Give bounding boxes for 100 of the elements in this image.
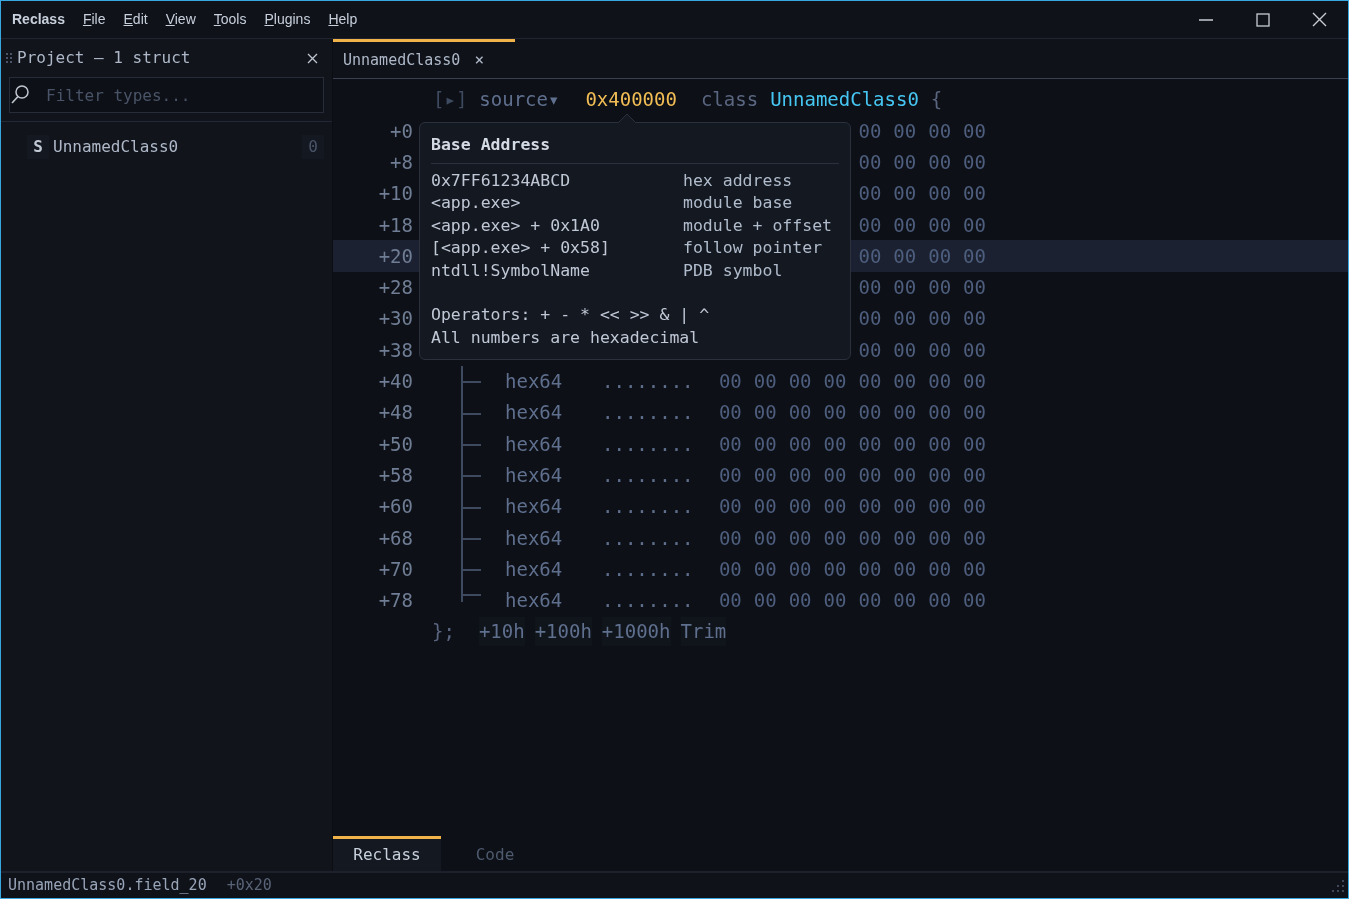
hex-byte: 00 xyxy=(753,588,777,614)
hex-byte: 00 xyxy=(928,525,952,551)
hex-byte: 00 xyxy=(893,306,917,332)
hex-byte: 00 xyxy=(788,525,812,551)
hex-byte: 00 xyxy=(823,494,847,520)
hex-byte: 00 xyxy=(928,400,952,426)
hex-byte: 00 xyxy=(893,400,917,426)
hex-byte: 00 xyxy=(928,181,952,207)
hex-byte: 00 xyxy=(823,431,847,457)
ascii-preview: ........ xyxy=(602,369,695,395)
hex-byte: 00 xyxy=(788,556,812,582)
field-type: hex64 xyxy=(505,462,564,488)
hex-byte: 00 xyxy=(788,369,812,395)
hex-byte: 00 xyxy=(823,588,847,614)
syntax-meaning: module + offset xyxy=(683,214,832,237)
hex-byte: 00 xyxy=(893,212,917,238)
item-count: 0 xyxy=(302,135,324,159)
syntax-example: <app.exe> + 0x1A0 xyxy=(431,214,601,237)
hex-byte: 00 xyxy=(963,212,986,238)
hex-byte: 00 xyxy=(718,588,742,614)
hex-byte: 00 xyxy=(963,243,986,269)
hex-byte: 00 xyxy=(718,556,742,582)
hex-byte: 00 xyxy=(963,588,986,614)
hex-byte: 00 xyxy=(718,462,742,488)
hex-byte: 00 xyxy=(963,181,986,207)
tooltip-note: Operators: + - * << >> & | ^ xyxy=(431,304,711,327)
ascii-preview: ........ xyxy=(602,525,695,551)
hex-byte: 00 xyxy=(753,494,777,520)
row-offset: +78 xyxy=(377,588,413,614)
row-offset: +68 xyxy=(377,525,413,551)
hex-byte: 00 xyxy=(963,494,986,520)
hex-byte: 00 xyxy=(718,369,742,395)
hex-byte: 00 xyxy=(753,525,777,551)
status-offset: +0x20 xyxy=(226,875,272,897)
hex-byte: 00 xyxy=(718,400,742,426)
syntax-meaning: hex address xyxy=(683,169,793,192)
hex-byte: 00 xyxy=(823,462,847,488)
hex-byte: 00 xyxy=(823,400,847,426)
brace: { xyxy=(930,87,943,113)
hex-byte: 00 xyxy=(858,494,882,520)
ascii-preview: ........ xyxy=(602,494,695,520)
hex-byte: 00 xyxy=(753,431,777,457)
hex-byte: 00 xyxy=(718,494,742,520)
syntax-example: ntdll!SymbolName xyxy=(431,259,591,282)
hex-byte: 00 xyxy=(788,462,812,488)
app-name: Reclass xyxy=(12,10,65,29)
hex-byte: 00 xyxy=(928,337,952,363)
hex-byte: 00 xyxy=(928,494,952,520)
syntax-meaning: follow pointer xyxy=(683,237,823,260)
hex-byte: 00 xyxy=(893,588,917,614)
row-offset: +0 xyxy=(389,118,413,144)
hex-byte: 00 xyxy=(858,588,882,614)
class-keyword: class xyxy=(700,87,759,113)
ascii-preview: ........ xyxy=(602,400,695,426)
hex-byte: 00 xyxy=(928,556,952,582)
hex-byte: 00 xyxy=(858,462,882,488)
hex-byte: 00 xyxy=(928,369,952,395)
hex-byte: 00 xyxy=(893,462,917,488)
hex-byte: 00 xyxy=(963,462,986,488)
hex-byte: 00 xyxy=(963,337,986,363)
field-type: hex64 xyxy=(505,494,564,520)
hex-byte: 00 xyxy=(893,181,917,207)
closing-brace: }; xyxy=(432,619,455,645)
status-path: UnnamedClass0.field_20 xyxy=(8,875,207,897)
hex-byte: 00 xyxy=(893,275,917,301)
panel-title: Project — 1 struct xyxy=(17,47,191,69)
row-offset: +20 xyxy=(377,243,413,269)
row-offset: +18 xyxy=(377,212,413,238)
hex-byte: 00 xyxy=(858,243,882,269)
hex-byte: 00 xyxy=(858,150,882,175)
hex-byte: 00 xyxy=(963,369,986,395)
row-offset: +70 xyxy=(377,556,413,582)
field-type: hex64 xyxy=(505,431,564,457)
row-offset: +50 xyxy=(377,431,413,457)
hex-byte: 00 xyxy=(928,588,952,614)
hex-byte: 00 xyxy=(858,275,882,301)
hex-byte: 00 xyxy=(963,556,986,582)
field-type: hex64 xyxy=(505,400,564,426)
hex-byte: 00 xyxy=(718,525,742,551)
field-type: hex64 xyxy=(505,556,564,582)
hex-byte: 00 xyxy=(753,400,777,426)
hex-byte: 00 xyxy=(963,400,986,426)
row-offset: +40 xyxy=(377,369,413,395)
hex-byte: 00 xyxy=(928,462,952,488)
hex-byte: 00 xyxy=(963,525,986,551)
hex-byte: 00 xyxy=(858,556,882,582)
row-offset: +60 xyxy=(377,494,413,520)
row-offset: +38 xyxy=(377,337,413,363)
hex-byte: 00 xyxy=(893,525,917,551)
field-type: hex64 xyxy=(505,369,564,395)
hex-byte: 00 xyxy=(893,494,917,520)
field-type: hex64 xyxy=(505,588,564,614)
hex-byte: 00 xyxy=(788,494,812,520)
hex-byte: 00 xyxy=(858,369,882,395)
hex-byte: 00 xyxy=(823,525,847,551)
row-offset: +8 xyxy=(389,150,413,175)
hex-byte: 00 xyxy=(788,431,812,457)
item-name: UnnamedClass0 xyxy=(53,136,179,158)
row-offset: +30 xyxy=(377,306,413,332)
hex-byte: 00 xyxy=(928,212,952,238)
